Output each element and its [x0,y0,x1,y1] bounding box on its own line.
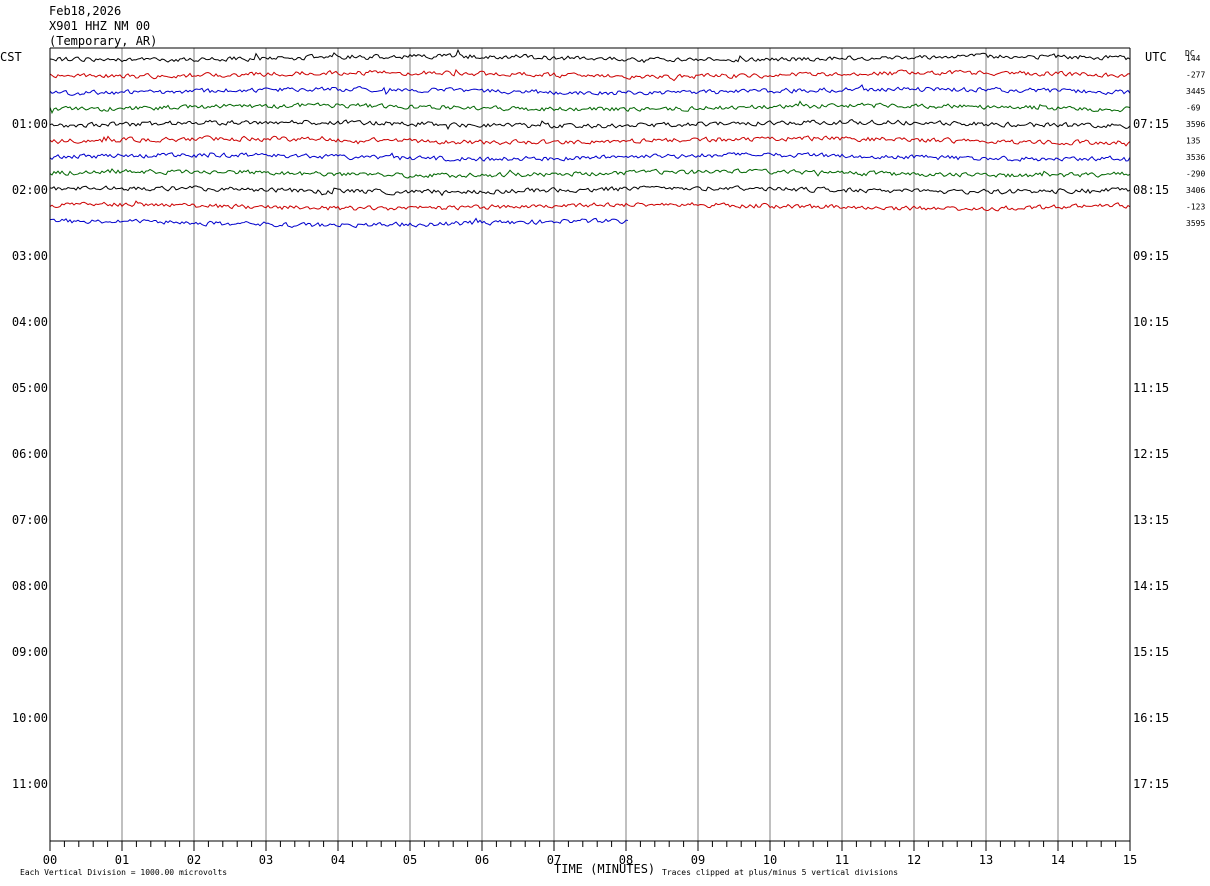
utc-hour-label: 16:15 [1133,711,1169,725]
dc-offset-label: -123 [1186,203,1205,212]
helicorder-plot: 00 01 02 03 04 05 06 07 08 09 10 11 12 13 14 1501:0002:… [12,47,1205,867]
cst-hour-label: 07:00 [12,513,48,527]
vertical-scale-note: Each Vertical Division = 1000.00 microvo… [20,868,228,877]
clipping-note: Traces clipped at plus/minus 5 vertical … [662,868,899,877]
dc-offset-label: 144 [1186,54,1201,63]
cst-hour-label: 03:00 [12,249,48,263]
dc-offset-label: 3536 [1186,153,1205,162]
utc-hour-label: 12:15 [1133,447,1169,461]
seismic-trace [49,68,1131,82]
cst-hour-label: 05:00 [12,381,48,395]
x-tick-label: 09 [691,853,705,867]
x-tick-label: 04 [331,853,345,867]
utc-hour-label: 17:15 [1133,777,1169,791]
cst-hour-label: 06:00 [12,447,48,461]
x-tick-label: 13 [979,853,993,867]
cst-hour-label: 02:00 [12,183,48,197]
x-tick-label: 03 [259,853,273,867]
seismic-trace [49,48,1131,64]
dc-offset-label: -290 [1186,170,1205,179]
x-axis-title: TIME (MINUTES) [554,862,656,876]
utc-hour-label: 15:15 [1133,645,1169,659]
seismic-trace [49,185,1131,197]
dc-offset-label: -69 [1186,104,1201,113]
seismic-trace [49,84,1131,96]
cst-hour-label: 08:00 [12,579,48,593]
utc-hour-label: 11:15 [1133,381,1169,395]
x-tick-label: 15 [1123,853,1137,867]
cst-hour-label: 01:00 [12,117,48,131]
x-tick-label: 01 [115,853,129,867]
cst-hour-label: 04:00 [12,315,48,329]
utc-hour-label: 07:15 [1133,117,1169,131]
seismic-trace [49,118,1131,130]
utc-hour-label: 09:15 [1133,249,1169,263]
x-tick-label: 05 [403,853,417,867]
seismic-trace [49,217,629,229]
cst-hour-label: 11:00 [12,777,48,791]
dc-offset-label: 135 [1186,137,1201,146]
dc-offset-label: 3596 [1186,120,1205,129]
x-tick-label: 12 [907,853,921,867]
seismic-trace [49,200,1131,212]
dc-offset-label: 3445 [1186,87,1205,96]
cst-hour-label: 10:00 [12,711,48,725]
x-tick-label: 11 [835,853,849,867]
dc-offset-label: -277 [1186,71,1205,80]
utc-hour-label: 13:15 [1133,513,1169,527]
dc-offset-label: 3595 [1186,219,1205,228]
x-tick-label: 14 [1051,853,1065,867]
x-tick-label: 02 [187,853,201,867]
utc-hour-label: 14:15 [1133,579,1169,593]
cst-hour-label: 09:00 [12,645,48,659]
utc-hour-label: 10:15 [1133,315,1169,329]
utc-hour-label: 08:15 [1133,183,1169,197]
x-tick-label: 06 [475,853,489,867]
x-tick-label: 10 [763,853,777,867]
seismic-trace [49,168,1131,179]
seismic-trace [49,135,1131,147]
seismic-trace [49,152,1131,162]
dc-offset-label: 3406 [1186,186,1205,195]
x-tick-label: 00 [43,853,57,867]
seismic-trace [49,100,1131,115]
